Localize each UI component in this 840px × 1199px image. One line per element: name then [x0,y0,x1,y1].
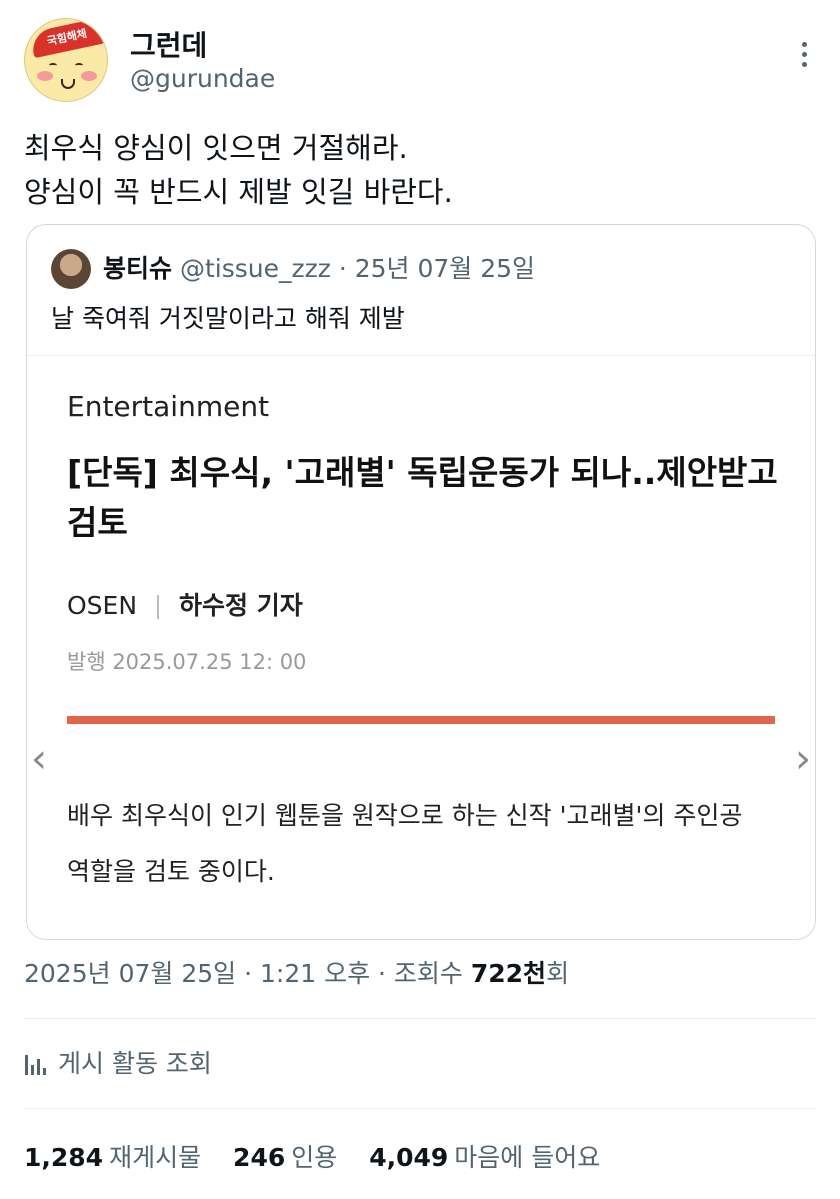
quotes-stat[interactable]: 246 인용 [233,1143,337,1172]
author-display-name[interactable]: 그런데 [130,24,207,64]
tweet-time[interactable]: 1:21 오후 [260,959,370,988]
tweet-header: 국힘해체 그런데 @gurundae [24,18,816,108]
article-published-date: 발행 2025.07.25 12: 00 [67,650,307,674]
quotes-label: 인용 [291,1143,338,1172]
avatar-left-cheek [37,71,53,81]
view-post-activity-label: 게시 활동 조회 [58,1049,212,1078]
tweet-timestamp: 2025년 07월 25일 · 1:21 오후 · 조회수 722천회 [24,954,569,990]
quoted-author-handle[interactable]: @tissue_zzz [180,254,331,283]
quoted-author-name[interactable]: 봉티슈 [103,254,172,283]
divider [24,1018,816,1019]
more-dot-icon [801,42,807,47]
views-suffix: 회 [546,959,570,988]
article-source: OSEN [67,591,138,620]
bar-chart-icon [24,1053,50,1075]
chevron-right-icon[interactable]: › [795,736,811,782]
retweets-count: 1,284 [24,1143,104,1172]
avatar-left-eye [49,63,57,68]
more-dot-icon [801,62,807,67]
retweets-stat[interactable]: 1,284 재게시물 [24,1143,201,1172]
likes-count: 4,049 [369,1143,449,1172]
author-handle[interactable]: @gurundae [130,64,275,93]
tweet-text: 최우식 양심이 잇으면 거절해라. 양심이 꼭 반드시 제발 잇길 바란다. [24,126,816,214]
meta-separator: · [370,959,394,988]
chevron-left-icon[interactable]: ‹ [31,736,47,782]
article-image[interactable]: Entertainment [단독] 최우식, '고래별' 독립운동가 되나..… [27,356,815,939]
quoted-meta-separator: · [330,254,355,283]
more-options-button[interactable] [796,42,812,72]
article-reporter: 하수정 기자 [179,591,303,620]
author-avatar[interactable]: 국힘해체 [24,18,108,102]
article-headline: [단독] 최우식, '고래별' 독립운동가 되나..제안받고 검토 [67,453,778,542]
article-source-row: OSEN 하수정 기자 [67,586,303,622]
tweet-text-line: 최우식 양심이 잇으면 거절해라. [24,131,408,165]
meta-separator: · [236,959,260,988]
quoted-tweet-header: 봉티슈 @tissue_zzz · 25년 07월 25일 [103,249,535,289]
divider [24,1108,816,1109]
avatar-mouth [61,79,75,89]
quotes-count: 246 [233,1143,286,1172]
view-post-activity-button[interactable]: 게시 활동 조회 [24,1044,212,1080]
views-count: 722천 [470,959,547,988]
quoted-tweet-date[interactable]: 25년 07월 25일 [355,254,535,283]
source-separator [157,595,160,619]
article-accent-rule [67,716,775,724]
tweet-text-line: 양심이 꼭 반드시 제발 잇길 바란다. [24,175,453,209]
tweet-date[interactable]: 2025년 07월 25일 [24,959,236,988]
article-section-label: Entertainment [67,390,270,423]
quoted-author-avatar[interactable] [51,249,91,289]
views-label: 조회수 [393,959,471,988]
retweets-label: 재게시물 [109,1143,202,1172]
avatar-headband: 국힘해체 [29,19,105,59]
quoted-tweet-text: 날 죽여줘 거짓말이라고 해줘 제발 [51,304,405,333]
likes-stat[interactable]: 4,049 마음에 들어요 [369,1143,600,1172]
more-dot-icon [801,52,807,57]
avatar-right-eye [75,63,83,68]
quoted-tweet[interactable]: 봉티슈 @tissue_zzz · 25년 07월 25일 날 죽여줘 거짓말이… [26,224,816,940]
avatar-right-cheek [81,71,97,81]
engagement-stats: 1,284 재게시물 246 인용 4,049 마음에 들어요 [24,1138,624,1174]
likes-label: 마음에 들어요 [454,1143,601,1172]
article-body: 배우 최우식이 인기 웹툰을 원작으로 하는 신작 '고래별'의 주인공 역할을… [67,801,743,886]
